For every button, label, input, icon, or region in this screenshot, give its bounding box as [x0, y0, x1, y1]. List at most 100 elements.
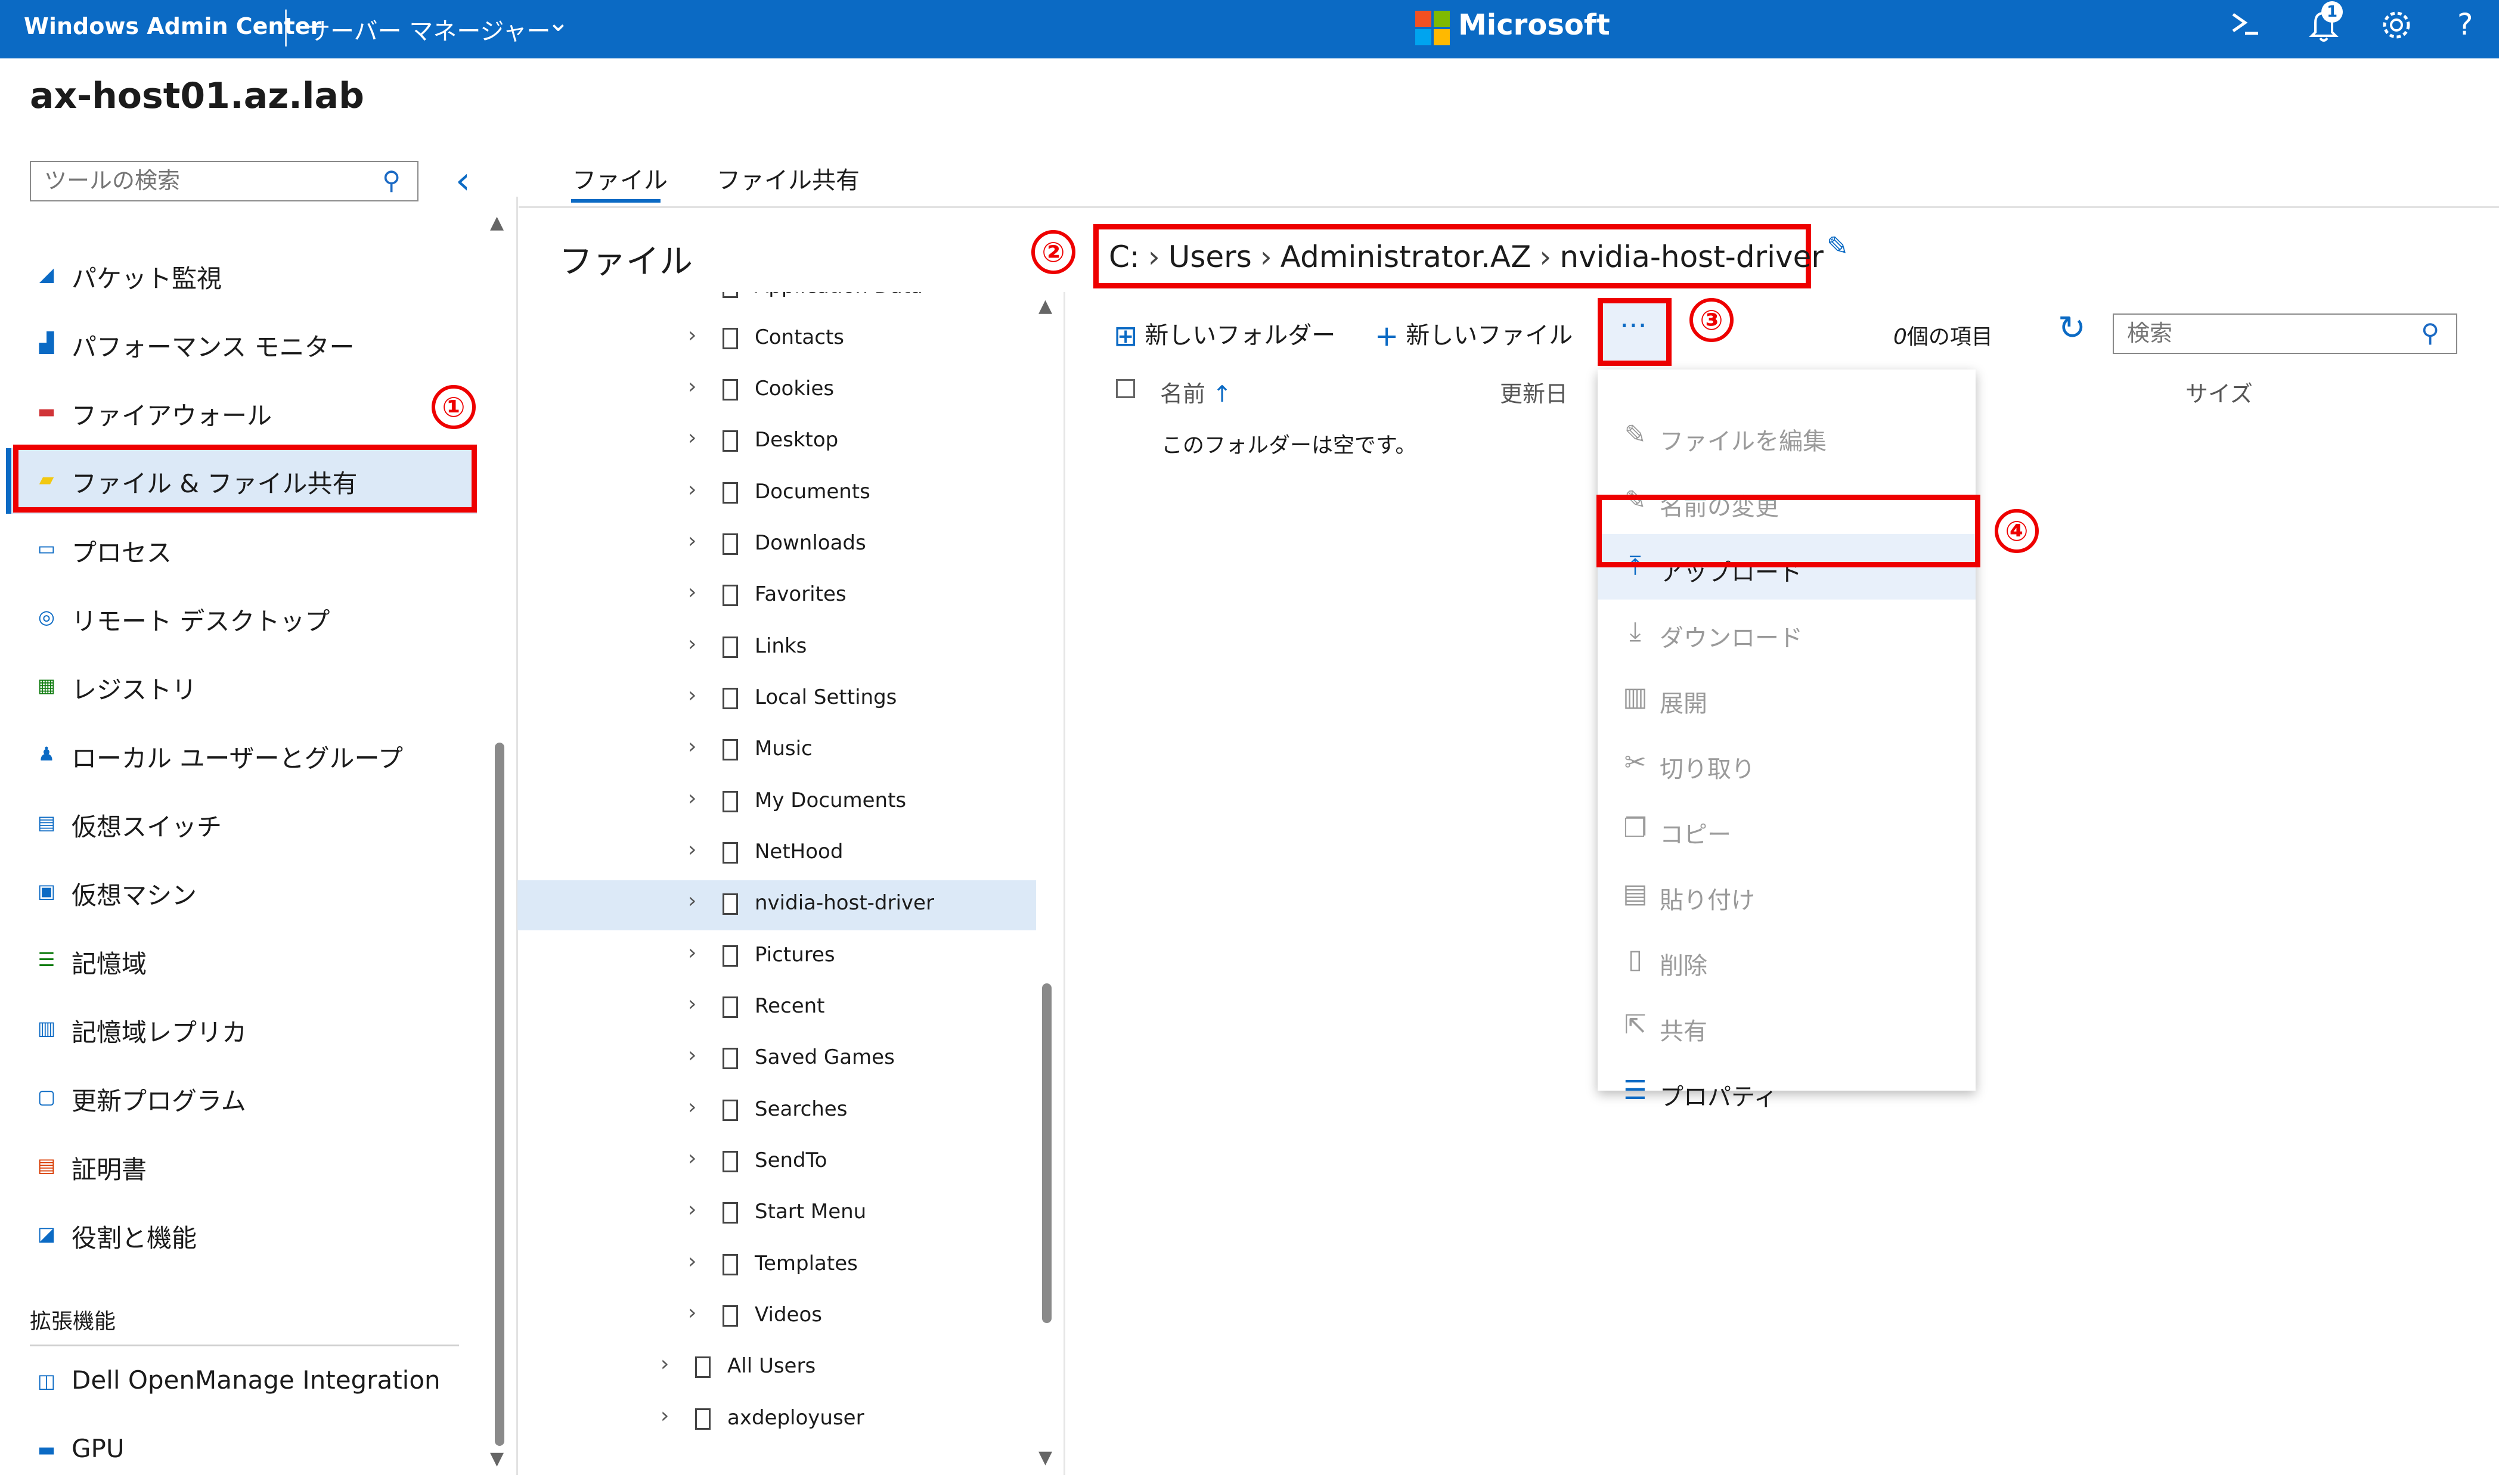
nav-item-virtual-switch[interactable]: ▤ 仮想スイッチ	[6, 791, 477, 857]
menu-item-copy[interactable]: ❐ コピー	[1598, 796, 1976, 862]
chevron-right-icon[interactable]: ›	[688, 837, 696, 862]
breadcrumb-item[interactable]: nvidia-host-driver	[1559, 240, 1824, 274]
server-manager-selector[interactable]: サーバー マネージャー	[306, 12, 551, 46]
chevron-right-icon[interactable]: ›	[688, 1249, 696, 1274]
search-icon[interactable]: ⚲	[382, 166, 401, 195]
tree-item[interactable]: › Start Menu	[517, 1189, 1036, 1239]
chevron-right-icon[interactable]: ›	[688, 1146, 696, 1171]
nav-item-remote-desktop[interactable]: ◎ リモート デスクトップ	[6, 586, 477, 651]
menu-item-delete[interactable]: ▯ 削除	[1598, 927, 1976, 993]
chevron-right-icon[interactable]: ›	[661, 1352, 669, 1376]
tree-item[interactable]: › Videos	[517, 1292, 1036, 1342]
tree-item[interactable]: › Desktop	[517, 417, 1036, 467]
tree-item[interactable]: › Music	[517, 726, 1036, 776]
chevron-right-icon[interactable]: ›	[688, 889, 696, 913]
tree-item[interactable]: › My Documents	[517, 778, 1036, 828]
breadcrumb-item[interactable]: Administrator.AZ	[1280, 240, 1531, 274]
tree-scroll-thumb[interactable]	[1042, 983, 1052, 1323]
tree-item[interactable]: › axdeployuser	[517, 1395, 1036, 1445]
chevron-right-icon[interactable]: ›	[688, 580, 696, 604]
tree-item-selected[interactable]: › nvidia-host-driver	[517, 880, 1036, 930]
nav-item-storage-replica[interactable]: ▥ 記憶域レプリカ	[6, 997, 477, 1063]
column-header-name[interactable]: 名前 ↑	[1160, 375, 1232, 408]
tree-item[interactable]: › Searches	[517, 1086, 1036, 1137]
tool-search-input[interactable]	[43, 162, 379, 199]
nav-item-local-users[interactable]: ♟ ローカル ユーザーとグループ	[6, 723, 477, 788]
more-actions-button[interactable]: ···	[1598, 298, 1672, 366]
chevron-right-icon[interactable]: ›	[661, 1404, 669, 1428]
new-folder-button[interactable]: ⊞ 新しいフォルダー	[1114, 316, 1335, 353]
chevron-right-icon[interactable]: ›	[688, 1095, 696, 1119]
tree-item[interactable]: › NetHood	[517, 829, 1036, 879]
menu-item-download[interactable]: ⤓ ダウンロード	[1598, 600, 1976, 665]
chevron-right-icon[interactable]: ›	[688, 426, 696, 450]
scroll-down-icon[interactable]: ▼	[490, 1448, 504, 1469]
menu-item-cut[interactable]: ✂ 切り取り	[1598, 731, 1976, 796]
breadcrumb-item[interactable]: C:	[1109, 240, 1140, 274]
chevron-right-icon[interactable]: ›	[688, 323, 696, 347]
column-header-modified[interactable]: 更新日	[1500, 375, 1568, 408]
tree-item[interactable]: › Cookies	[517, 366, 1036, 416]
tree-splitter[interactable]	[1064, 292, 1065, 1475]
tree-item[interactable]: › SendTo	[517, 1138, 1036, 1188]
scroll-up-icon[interactable]: ▲	[1038, 296, 1052, 316]
refresh-icon[interactable]: ↻	[2058, 309, 2086, 347]
menu-item-extract[interactable]: ▥ 展開	[1598, 665, 1976, 731]
chevron-right-icon[interactable]: ›	[688, 683, 696, 707]
help-icon[interactable]: ?	[2457, 7, 2473, 42]
tree-item[interactable]: › Pictures	[517, 932, 1036, 982]
chevron-right-icon[interactable]: ›	[688, 374, 696, 399]
tree-item[interactable]: › Favorites	[517, 572, 1036, 622]
menu-item-edit-file[interactable]: ✎ ファイルを編集	[1598, 403, 1976, 468]
select-all-checkbox[interactable]	[1116, 379, 1135, 398]
chevron-right-icon[interactable]: ›	[688, 992, 696, 1016]
chevron-right-icon[interactable]: ›	[688, 940, 696, 965]
chevron-right-icon[interactable]: ›	[688, 1300, 696, 1325]
tree-item[interactable]: › Templates	[517, 1241, 1036, 1291]
tab-file-shares[interactable]: ファイル共有	[717, 161, 860, 195]
nav-item-certificates[interactable]: ▤ 証明書	[6, 1134, 477, 1200]
tree-item[interactable]: › Contacts	[517, 315, 1036, 365]
nav-item-registry[interactable]: ▦ レジストリ	[6, 654, 477, 720]
menu-item-share[interactable]: ⇱ 共有	[1598, 993, 1976, 1058]
nav-item-processes[interactable]: ▭ プロセス	[6, 517, 477, 583]
nav-item-virtual-machines[interactable]: ▣ 仮想マシン	[6, 860, 477, 926]
column-header-size[interactable]: サイズ	[2185, 375, 2253, 408]
chevron-right-icon[interactable]: ›	[688, 786, 696, 811]
tree-item[interactable]: › Local Settings	[517, 675, 1036, 725]
nav-item-gpu[interactable]: ▬ GPU	[6, 1418, 477, 1484]
tree-scrollbar[interactable]: ▲ ▼	[1037, 296, 1058, 1472]
tree-item[interactable]: › All Users	[517, 1343, 1036, 1393]
scroll-down-icon[interactable]: ▼	[1038, 1447, 1052, 1468]
tree-item[interactable]: › Documents	[517, 469, 1036, 519]
edit-path-icon[interactable]: ✎	[1827, 231, 1849, 262]
file-search-input[interactable]	[2126, 315, 2414, 352]
nav-item-updates[interactable]: ▢ 更新プログラム	[6, 1066, 477, 1131]
chevron-right-icon[interactable]: ›	[688, 292, 696, 296]
app-title[interactable]: Windows Admin Center	[24, 13, 321, 39]
menu-item-paste[interactable]: ▤ 貼り付け	[1598, 862, 1976, 927]
nav-scrollbar[interactable]: ▲ ▼	[489, 212, 509, 1472]
tree-item[interactable]: › Saved Games	[517, 1035, 1036, 1085]
tree-item[interactable]: › Links	[517, 623, 1036, 673]
breadcrumb-item[interactable]: Users	[1168, 240, 1252, 274]
nav-item-packet-monitor[interactable]: ◢ パケット監視	[6, 243, 477, 309]
powershell-icon[interactable]	[2228, 7, 2262, 48]
nav-scroll-thumb[interactable]	[495, 743, 504, 1446]
chevron-right-icon[interactable]: ›	[688, 734, 696, 759]
tree-item[interactable]: › Application Data	[517, 292, 1036, 313]
scroll-up-icon[interactable]: ▲	[490, 212, 504, 233]
collapse-nav-icon[interactable]: ‹	[455, 159, 470, 202]
menu-item-properties[interactable]: ☰ プロパティ	[1598, 1058, 1976, 1124]
gear-icon[interactable]	[2379, 7, 2414, 50]
nav-item-firewall[interactable]: ▬ ファイアウォール	[6, 380, 477, 446]
chevron-right-icon[interactable]: ›	[688, 477, 696, 502]
tree-item[interactable]: › Recent	[517, 983, 1036, 1033]
nav-item-roles-features[interactable]: ◪ 役割と機能	[6, 1203, 477, 1268]
chevron-right-icon[interactable]: ›	[688, 1197, 696, 1222]
chevron-right-icon[interactable]: ›	[688, 632, 696, 656]
new-file-button[interactable]: + 新しいファイル	[1375, 316, 1573, 353]
tree-item[interactable]: › Downloads	[517, 520, 1036, 570]
chevron-right-icon[interactable]: ›	[688, 529, 696, 553]
tab-files[interactable]: ファイル	[572, 161, 668, 195]
